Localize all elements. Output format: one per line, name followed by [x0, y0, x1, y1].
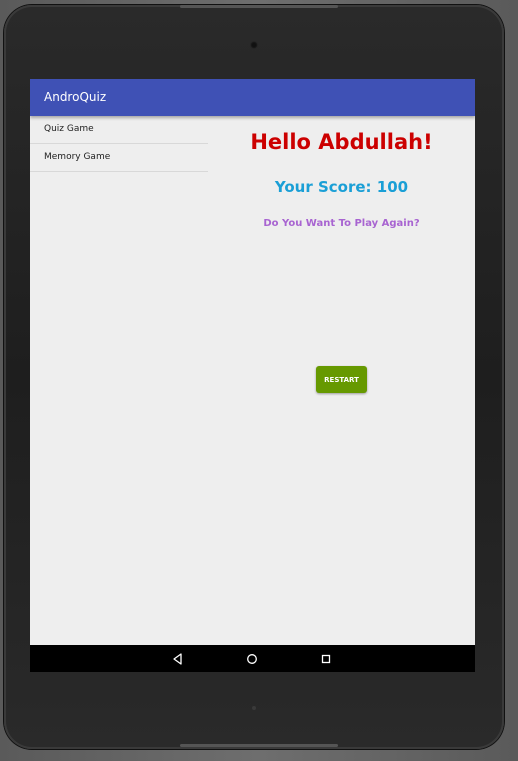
- recents-button[interactable]: [318, 651, 334, 667]
- tablet-top-edge: [180, 5, 338, 8]
- system-nav-bar: [30, 645, 475, 672]
- score-text: Your Score: 100: [274, 178, 409, 196]
- app-bar: AndroQuiz: [30, 79, 475, 116]
- menu-item-quiz-game[interactable]: Quiz Game: [30, 116, 208, 144]
- recents-icon: [321, 654, 331, 664]
- home-icon: [247, 654, 257, 664]
- app-title: AndroQuiz: [44, 90, 107, 104]
- greeting-text: Hello Abdullah!: [250, 130, 433, 154]
- menu-item-memory-game[interactable]: Memory Game: [30, 144, 208, 172]
- back-icon: [173, 653, 182, 665]
- sensor-dot: [252, 706, 256, 710]
- result-panel: Hello Abdullah! Your Score: 100 Do You W…: [208, 116, 475, 645]
- play-again-prompt: Do You Want To Play Again?: [263, 218, 420, 229]
- menu-item-label: Quiz Game: [44, 124, 94, 134]
- back-button[interactable]: [170, 651, 186, 667]
- camera-icon: [250, 41, 258, 49]
- menu-item-label: Memory Game: [44, 152, 111, 162]
- home-button[interactable]: [244, 651, 260, 667]
- device-screen: AndroQuiz Quiz Game Memory Game Hello Ab…: [30, 79, 475, 672]
- game-menu-list: Quiz Game Memory Game: [30, 116, 208, 172]
- restart-button[interactable]: RESTART: [316, 366, 367, 393]
- tablet-bottom-edge: [180, 744, 338, 747]
